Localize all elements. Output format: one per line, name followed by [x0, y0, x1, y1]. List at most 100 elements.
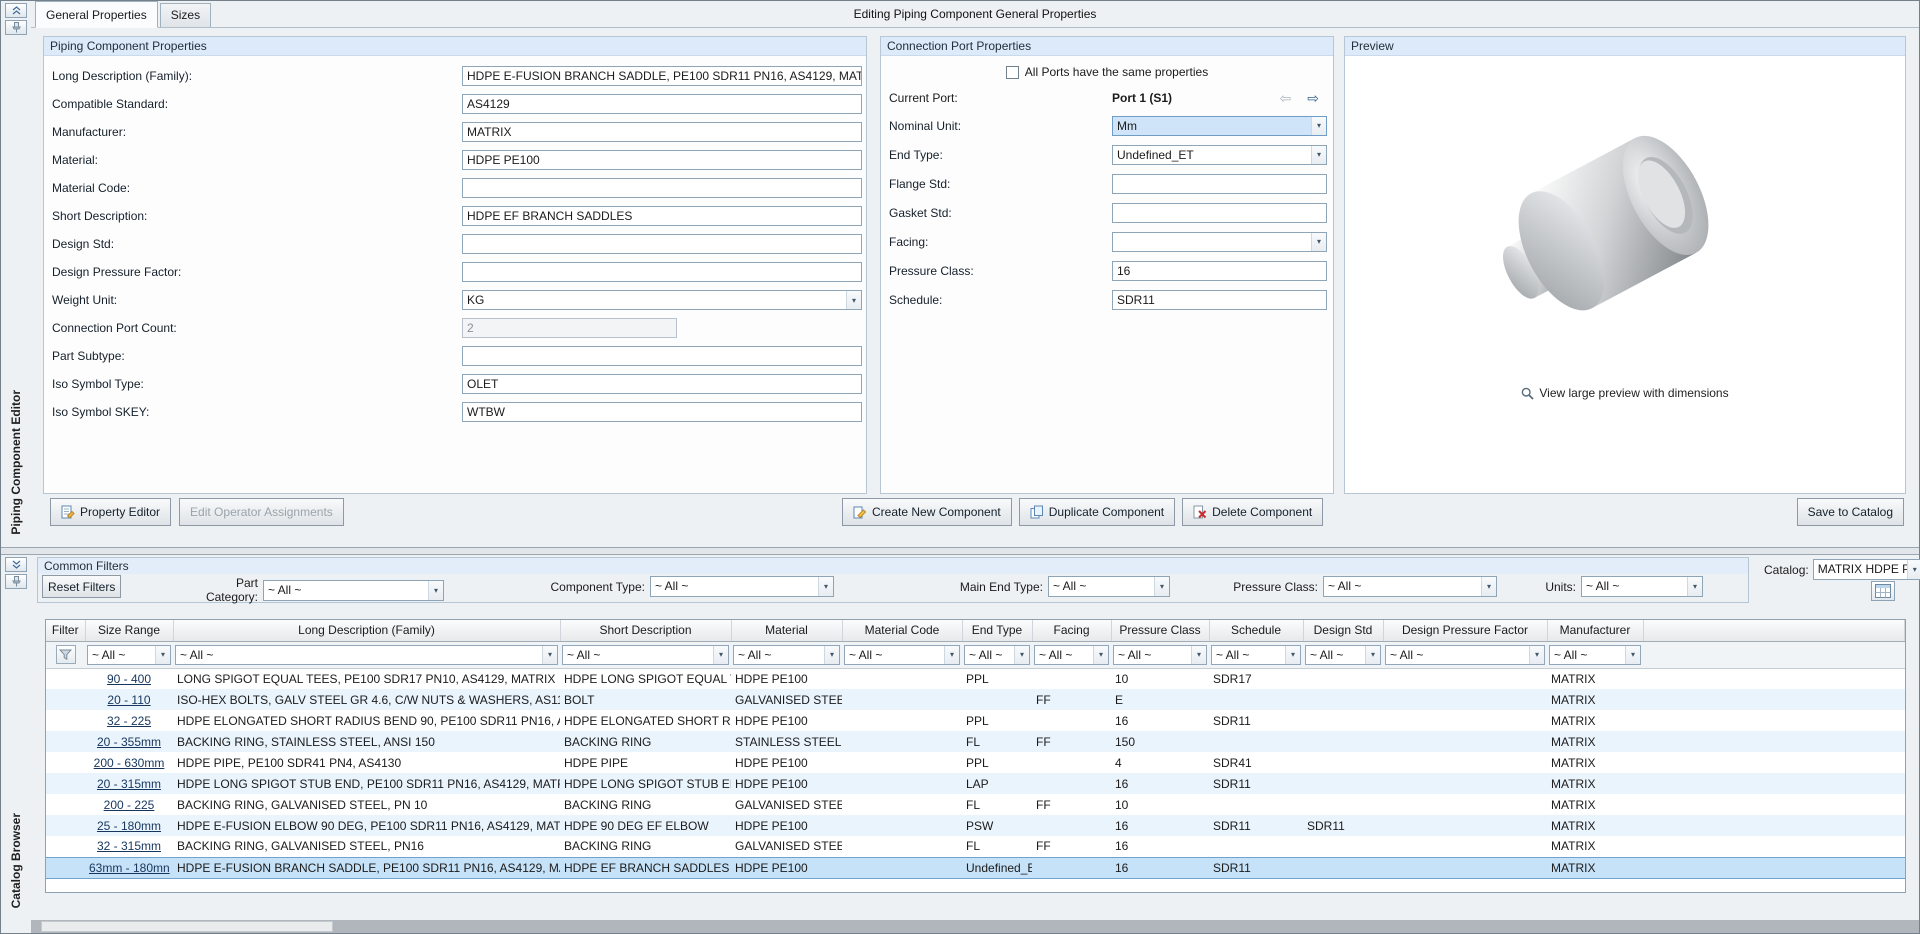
field-input[interactable] [1112, 203, 1327, 223]
editor-tabbar: General Properties Sizes Editing Piping … [31, 1, 1919, 28]
delete-component-button[interactable]: Delete Component [1182, 498, 1323, 526]
property-editor-button[interactable]: Property Editor [50, 498, 171, 526]
field-input[interactable] [462, 262, 862, 282]
filter-combo[interactable]: ~ All ~▾ [263, 580, 444, 601]
column-header[interactable]: Material [731, 620, 842, 641]
column-filter-combo[interactable]: ~ All ~▾ [844, 645, 960, 665]
table-row[interactable]: 20 - 315mmHDPE LONG SPIGOT STUB END, PE1… [46, 773, 1905, 794]
column-header[interactable]: End Type [962, 620, 1032, 641]
filter-funnel-button[interactable] [56, 645, 76, 664]
cell [1383, 689, 1547, 710]
field-input[interactable]: HDPE PE100 [462, 150, 862, 170]
column-header[interactable]: Long Description (Family) [173, 620, 560, 641]
field-input[interactable] [462, 234, 862, 254]
column-header[interactable]: Filter [46, 620, 85, 641]
size-range-link[interactable]: 25 - 180mm [85, 815, 173, 836]
field-input[interactable]: 16 [1112, 261, 1327, 281]
field-input[interactable]: AS4129 [462, 94, 862, 114]
filter-combo[interactable]: ~ All ~▾ [650, 576, 834, 597]
column-filter-combo[interactable]: ~ All ~▾ [87, 645, 171, 665]
filter-combo[interactable]: ~ All ~▾ [1581, 576, 1703, 597]
size-range-link[interactable]: 20 - 110 [85, 689, 173, 710]
catalog-grid[interactable]: FilterSize RangeLong Description (Family… [45, 619, 1906, 893]
size-range-link[interactable]: 200 - 225 [85, 794, 173, 815]
table-row[interactable]: 200 - 630mmHDPE PIPE, PE100 SDR41 PN4, A… [46, 752, 1905, 773]
column-header[interactable]: Manufacturer [1547, 620, 1643, 641]
size-range-link[interactable]: 20 - 315mm [85, 773, 173, 794]
column-filter-combo[interactable]: ~ All ~▾ [562, 645, 729, 665]
table-row[interactable]: 32 - 225HDPE ELONGATED SHORT RADIUS BEND… [46, 710, 1905, 731]
size-range-link[interactable]: 32 - 315mm [85, 836, 173, 857]
column-header[interactable]: Material Code [842, 620, 962, 641]
column-header[interactable]: Short Description [560, 620, 731, 641]
all-ports-same-properties-checkbox[interactable]: All Ports have the same properties [881, 60, 1333, 84]
cell: SDR41 [1209, 752, 1303, 773]
column-filter-combo[interactable]: ~ All ~▾ [1305, 645, 1381, 665]
field-input[interactable]: HDPE E-FUSION BRANCH SADDLE, PE100 SDR11… [462, 66, 862, 86]
column-header[interactable]: Design Pressure Factor [1383, 620, 1547, 641]
column-header[interactable]: Pressure Class [1111, 620, 1209, 641]
size-range-link[interactable]: 90 - 400 [85, 668, 173, 689]
size-range-link[interactable]: 20 - 355mm [85, 731, 173, 752]
filter-combo[interactable]: ~ All ~▾ [1048, 576, 1170, 597]
field-input[interactable]: OLET [462, 374, 862, 394]
horizontal-scrollbar[interactable] [1, 920, 1919, 933]
chevron-down-icon: ▾ [1285, 646, 1300, 664]
field-input[interactable]: 2 [462, 318, 677, 338]
column-filter-combo[interactable]: ~ All ~▾ [175, 645, 558, 665]
table-row[interactable]: 90 - 400LONG SPIGOT EQUAL TEES, PE100 SD… [46, 668, 1905, 689]
filter-label: Units: [1536, 580, 1576, 594]
field-combo[interactable]: Mm▾ [1112, 116, 1327, 136]
field-input[interactable]: MATRIX [462, 122, 862, 142]
column-filter-combo[interactable]: ~ All ~▾ [964, 645, 1030, 665]
table-row[interactable]: 20 - 110ISO-HEX BOLTS, GALV STEEL GR 4.6… [46, 689, 1905, 710]
table-row[interactable]: 63mm - 180mnHDPE E-FUSION BRANCH SADDLE,… [46, 857, 1905, 878]
collapse-browser-panel-button[interactable] [5, 557, 27, 572]
column-header[interactable]: Schedule [1209, 620, 1303, 641]
previous-port-button[interactable]: ⇦ [1280, 91, 1292, 105]
field-input[interactable]: WTBW [462, 402, 862, 422]
reset-filters-button[interactable]: Reset Filters [42, 575, 121, 598]
table-row[interactable]: 32 - 315mmBACKING RING, GALVANISED STEEL… [46, 836, 1905, 857]
collapse-editor-panel-button[interactable] [5, 3, 27, 18]
tab-sizes[interactable]: Sizes [160, 3, 211, 27]
piping-component-editor-panel: Piping Component Editor General Properti… [1, 1, 1919, 548]
field-combo[interactable]: KG▾ [462, 290, 862, 310]
size-range-link[interactable]: 32 - 225 [85, 710, 173, 731]
size-range-link[interactable]: 63mm - 180mn [85, 857, 173, 878]
checkbox-box-icon[interactable] [1006, 66, 1019, 79]
pin-editor-panel-button[interactable] [5, 20, 27, 35]
field-input[interactable]: HDPE EF BRANCH SADDLES [462, 206, 862, 226]
filter-combo[interactable]: ~ All ~▾ [1323, 576, 1497, 597]
pin-browser-panel-button[interactable] [5, 574, 27, 589]
field-input[interactable]: SDR11 [1112, 290, 1327, 310]
column-filter-combo[interactable]: ~ All ~▾ [1034, 645, 1109, 665]
save-to-catalog-button[interactable]: Save to Catalog [1797, 498, 1904, 526]
duplicate-component-button[interactable]: Duplicate Component [1019, 498, 1175, 526]
tab-general-properties[interactable]: General Properties [35, 1, 158, 28]
size-range-link[interactable]: 200 - 630mm [85, 752, 173, 773]
column-header[interactable]: Facing [1032, 620, 1111, 641]
edit-operator-assignments-button[interactable]: Edit Operator Assignments [179, 498, 344, 526]
column-filter-combo[interactable]: ~ All ~▾ [1385, 645, 1545, 665]
field-combo[interactable]: ▾ [1112, 232, 1327, 252]
field-input[interactable] [1112, 174, 1327, 194]
column-header[interactable]: Size Range [85, 620, 173, 641]
column-filter-combo[interactable]: ~ All ~▾ [1549, 645, 1641, 665]
table-row[interactable]: 25 - 180mmHDPE E-FUSION ELBOW 90 DEG, PE… [46, 815, 1905, 836]
column-filter-combo[interactable]: ~ All ~▾ [733, 645, 840, 665]
column-header[interactable]: Design Std [1303, 620, 1383, 641]
column-filter-combo[interactable]: ~ All ~▾ [1211, 645, 1301, 665]
create-new-component-button[interactable]: Create New Component [842, 498, 1012, 526]
catalog-combo[interactable]: MATRIX HDPE Pipe Fitt ▾ [1813, 559, 1920, 580]
field-combo[interactable]: Undefined_ET▾ [1112, 145, 1327, 165]
table-row[interactable]: 200 - 225BACKING RING, GALVANISED STEEL,… [46, 794, 1905, 815]
field-input[interactable] [462, 178, 862, 198]
grid-column-chooser-button[interactable] [1871, 581, 1895, 601]
scrollbar-thumb[interactable] [41, 921, 333, 932]
next-port-button[interactable]: ⇨ [1307, 91, 1319, 105]
view-large-preview-link[interactable]: View large preview with dimensions [1345, 386, 1905, 400]
table-row[interactable]: 20 - 355mmBACKING RING, STAINLESS STEEL,… [46, 731, 1905, 752]
field-input[interactable] [462, 346, 862, 366]
column-filter-combo[interactable]: ~ All ~▾ [1113, 645, 1207, 665]
